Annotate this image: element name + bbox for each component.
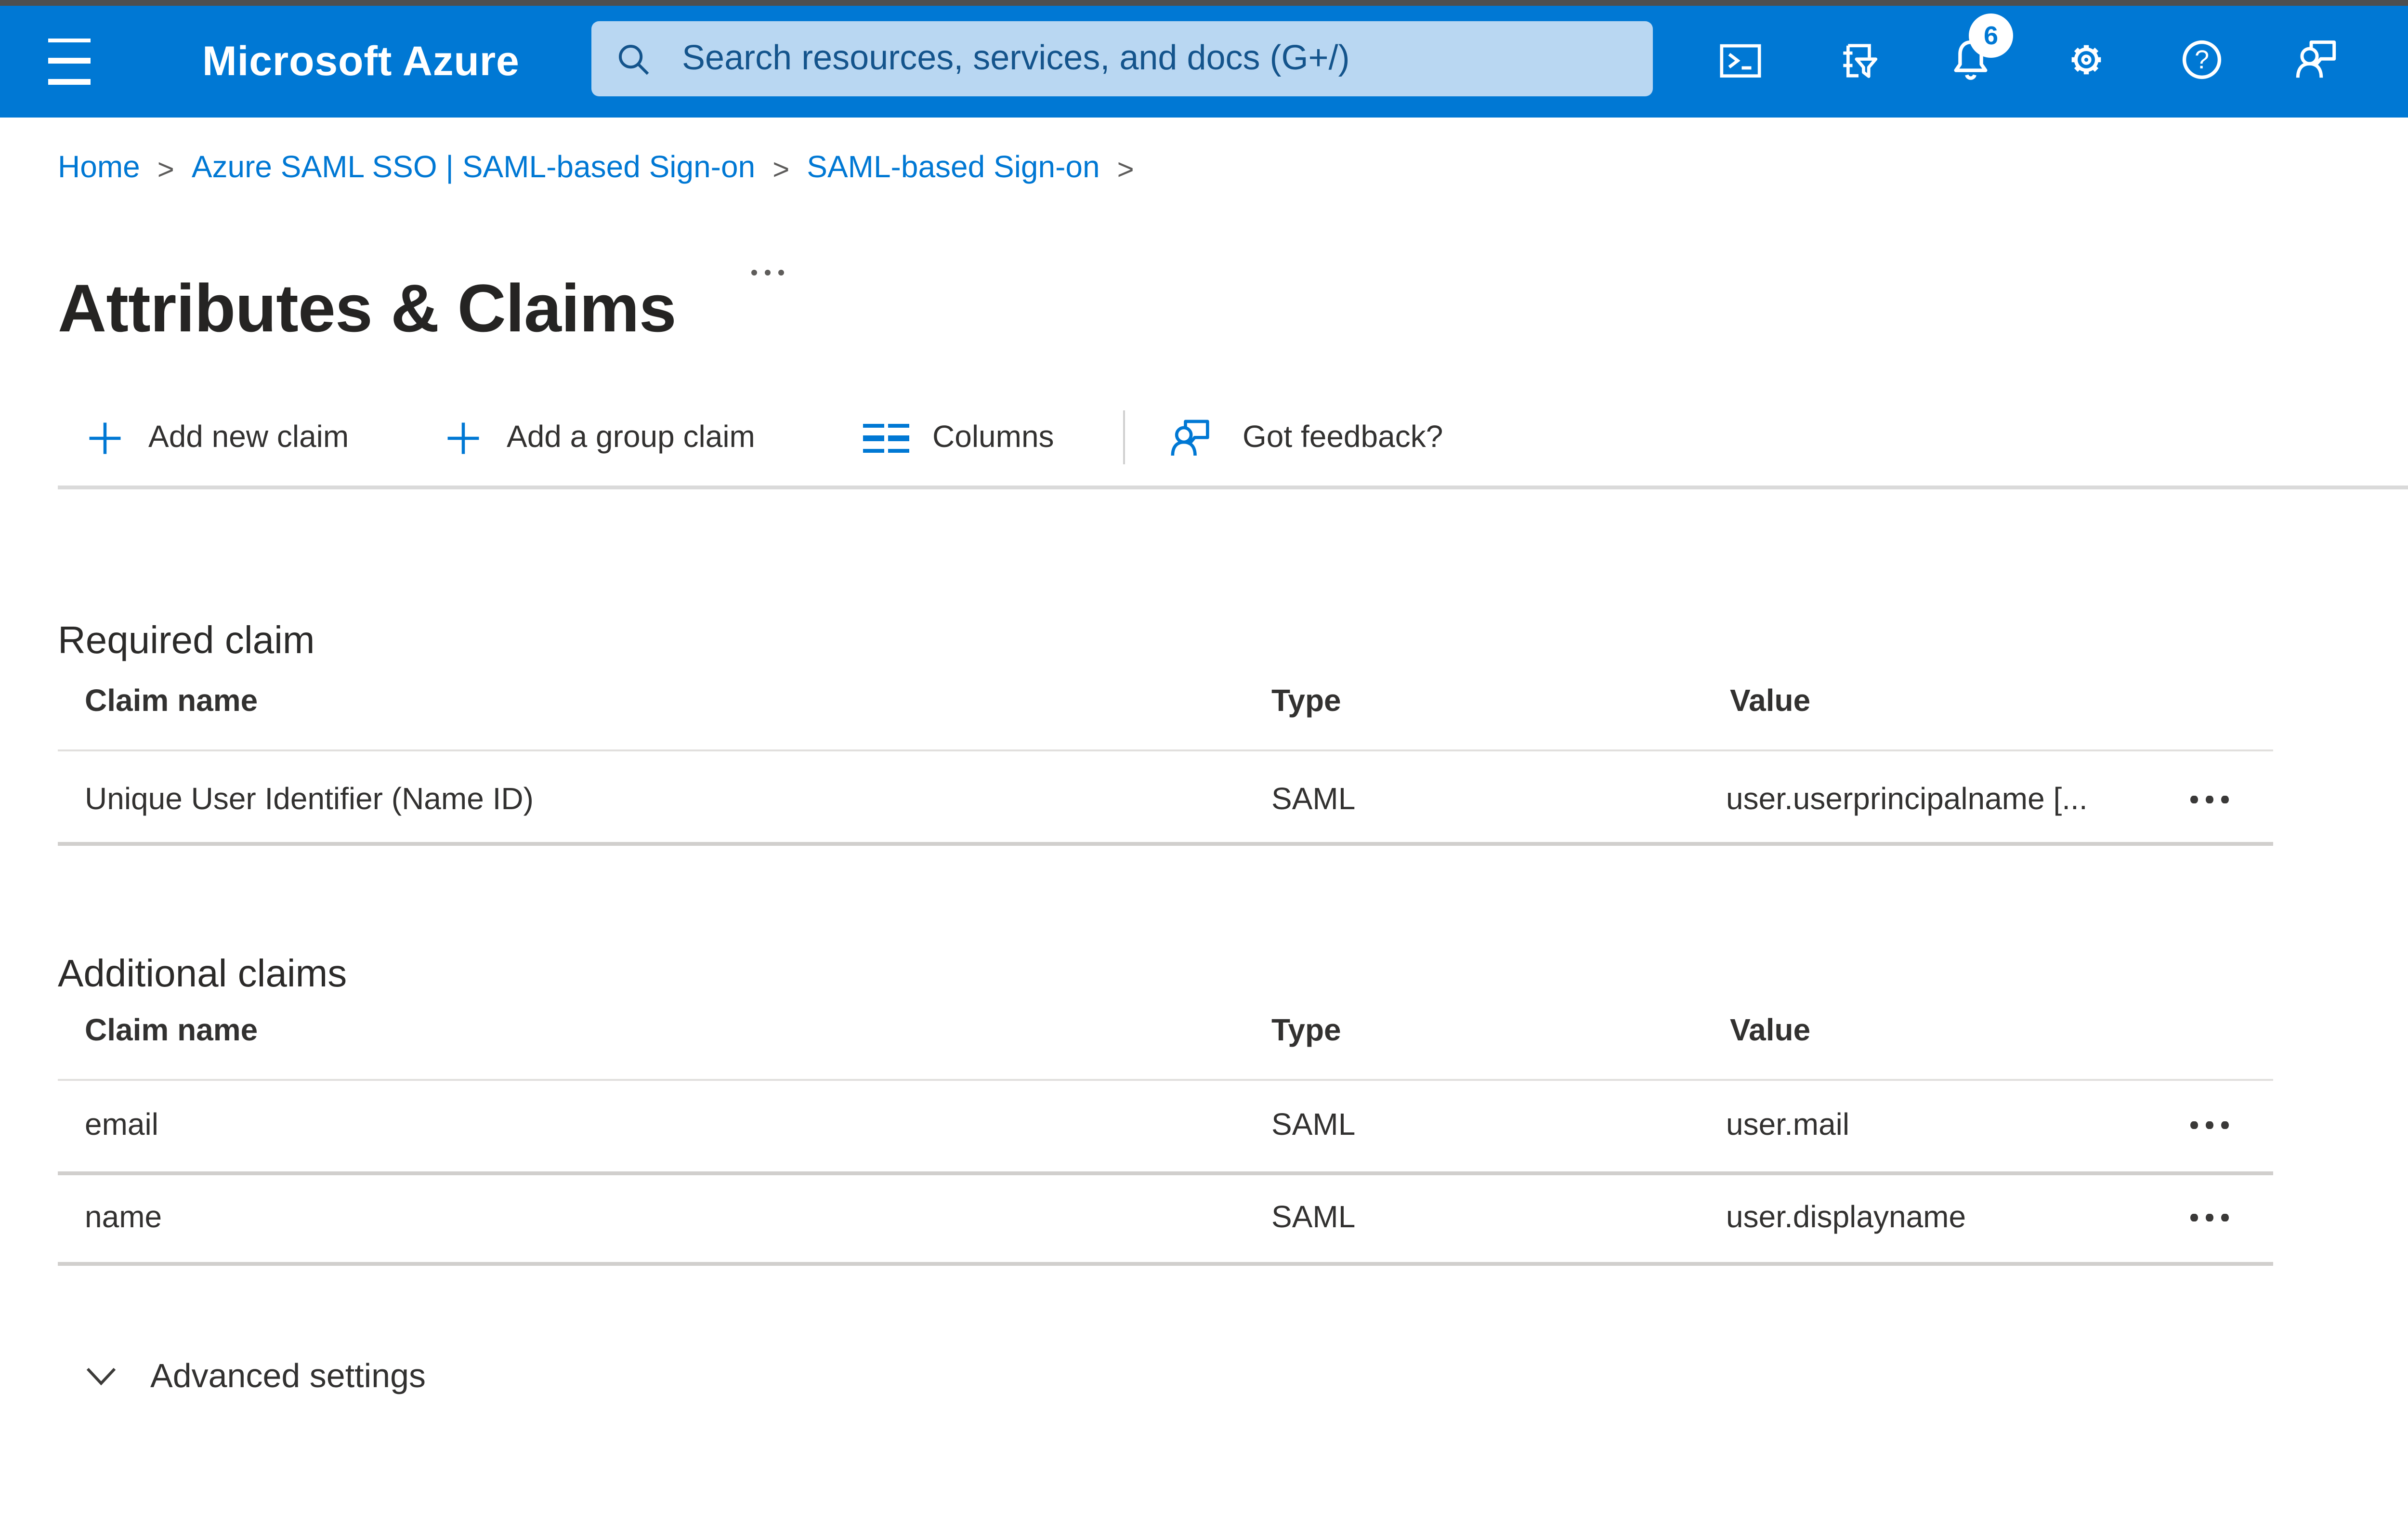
svg-text:?: ? [2195,45,2209,74]
breadcrumb-app-link[interactable]: Azure SAML SSO | SAML-based Sign-on [192,152,755,187]
settings-gear-icon[interactable] [2044,17,2129,102]
window-top-edge [0,0,2408,5]
feedback-icon [1171,420,1209,456]
plus-icon [447,422,479,454]
columns-button[interactable]: Columns [863,412,1054,464]
breadcrumb-separator: > [157,153,174,186]
search-icon [618,43,649,74]
breadcrumb-home-link[interactable]: Home [58,152,140,187]
feedback-icon[interactable] [2275,17,2360,102]
table-header-border [58,749,2273,751]
toolbar-divider [1123,410,1125,464]
chevron-down-icon [85,1365,118,1386]
page-title: Attributes & Claims [58,272,677,348]
columns-icon [863,424,909,453]
claim-name-cell: name [85,1202,162,1235]
plus-icon [89,422,121,454]
claim-name-cell: email [85,1110,158,1142]
global-search-box[interactable] [591,21,1653,96]
topbar: Microsoft Azure Search resources, servic… [0,5,2408,118]
column-header-type: Type [1271,1015,1341,1048]
advanced-settings-toggle[interactable]: Advanced settings [85,1354,426,1397]
type-cell: SAML [1271,1110,1356,1142]
required-claim-heading: Required claim [58,619,315,662]
title-more-options-icon[interactable] [744,258,790,285]
claim-name-cell: Unique User Identifier (Name ID) [85,784,534,817]
notification-badge: 6 [1969,13,2013,58]
table-row-border [58,1262,2273,1266]
row-context-menu-button[interactable] [2181,782,2238,817]
got-feedback-button[interactable]: Got feedback? [1167,412,1443,464]
add-new-claim-button[interactable]: Add new claim [85,412,349,464]
notifications-bell-icon[interactable]: 6 [1928,13,2013,102]
column-header-claim-name: Claim name [85,1015,258,1048]
value-cell: user.displayname [1726,1202,1966,1235]
breadcrumb-separator: > [772,153,790,186]
search-input[interactable] [678,37,1653,81]
topbar-icon-group: 6 ? [1697,13,2360,102]
breadcrumb-signon-link[interactable]: SAML-based Sign-on [807,152,1099,187]
additional-claims-heading: Additional claims [58,953,347,996]
type-cell: SAML [1271,1202,1356,1235]
advanced-settings-label: Advanced settings [150,1355,426,1394]
table-row-border [58,1171,2273,1175]
breadcrumb-separator: > [1117,153,1134,186]
commandbar-divider [58,486,2408,489]
type-cell: SAML [1271,784,1356,817]
hamburger-menu-icon[interactable] [48,38,91,84]
help-icon[interactable]: ? [2159,17,2244,102]
breadcrumb: Home > Azure SAML SSO | SAML-based Sign-… [58,150,1152,189]
brand-logo[interactable]: Microsoft Azure [202,5,520,118]
table-row-border [58,842,2273,846]
row-context-menu-button[interactable] [2181,1108,2238,1142]
value-cell: user.mail [1726,1110,1850,1142]
directory-filter-icon[interactable] [1813,17,1898,102]
column-header-type: Type [1271,686,1341,719]
cloud-shell-icon[interactable] [1697,17,1782,102]
value-cell: user.userprincipalname [... [1726,784,2088,817]
table-header-border [58,1079,2273,1081]
column-header-value: Value [1730,686,1811,719]
azure-portal-window: Microsoft Azure Search resources, servic… [0,0,2408,1523]
column-header-value: Value [1730,1015,1811,1048]
column-header-claim-name: Claim name [85,686,258,719]
row-context-menu-button[interactable] [2181,1200,2238,1235]
add-group-claim-button[interactable]: Add a group claim [443,412,755,464]
